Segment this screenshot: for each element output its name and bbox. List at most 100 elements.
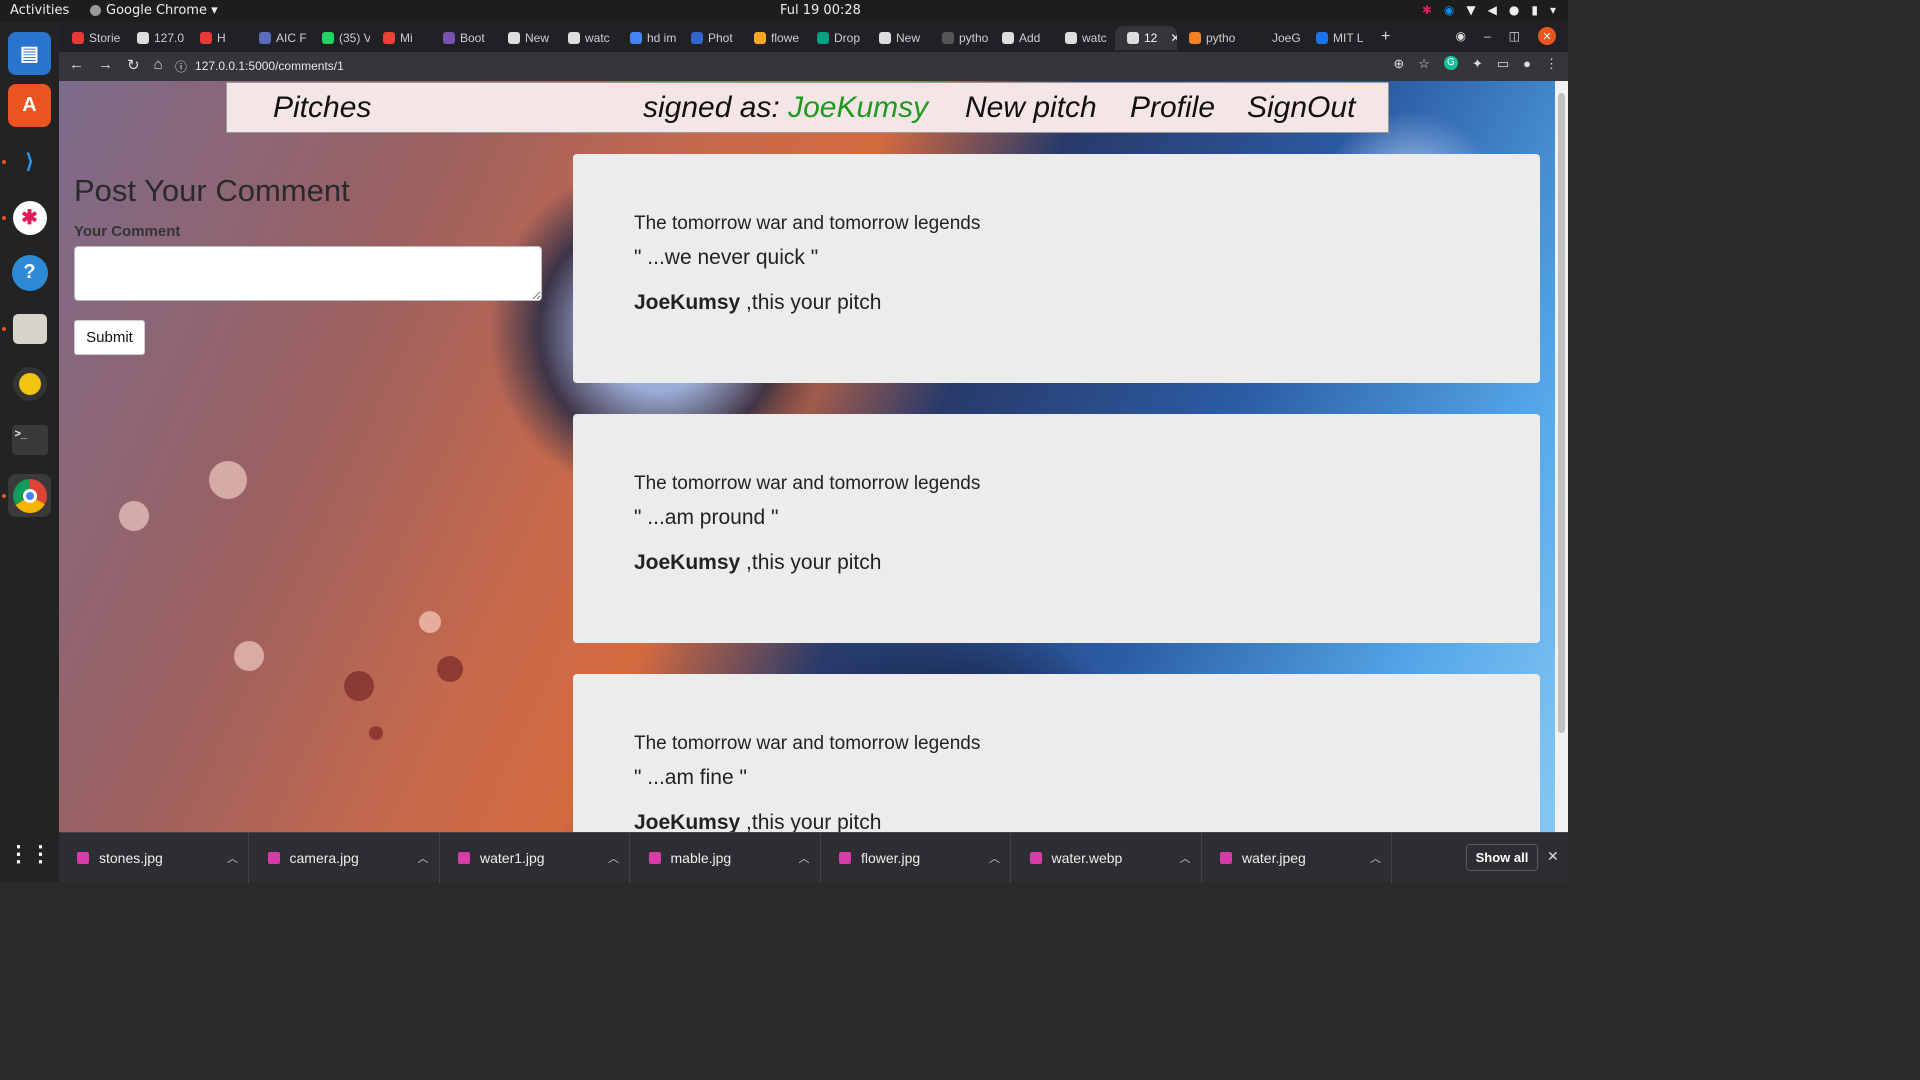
new-pitch-link[interactable]: New pitch [965, 91, 1097, 125]
volume-icon[interactable]: ◀ [1488, 3, 1497, 17]
browser-tab[interactable]: hd im [618, 26, 678, 50]
download-item[interactable]: stones.jpg ︿ [59, 833, 249, 883]
mic-icon[interactable]: ● [1509, 3, 1519, 17]
tab-favicon-icon [630, 32, 642, 44]
browser-tab[interactable]: Drop [805, 26, 865, 50]
tab-label: pytho [1206, 31, 1236, 45]
vscode-icon[interactable]: ⟩ [8, 140, 51, 183]
help-icon[interactable]: ? [8, 251, 51, 294]
toolbar-actions: ⊕ ☆ G ✦ ▭ ● ⋮ [1393, 56, 1558, 72]
show-applications-icon[interactable]: ⋮⋮ [8, 832, 52, 875]
tab-favicon-icon [1002, 32, 1014, 44]
download-item[interactable]: mable.jpg ︿ [631, 833, 821, 883]
brand-link[interactable]: Pitches [273, 91, 371, 125]
show-all-downloads-button[interactable]: Show all [1466, 844, 1538, 871]
chrome-dock-icon[interactable] [8, 474, 51, 517]
browser-tab[interactable]: (35) V [310, 26, 370, 50]
download-item[interactable]: water1.jpg ︿ [440, 833, 630, 883]
bookmark-star-icon[interactable]: ☆ [1418, 56, 1430, 72]
tab-label: watc [1082, 31, 1107, 45]
new-tab-button[interactable]: + [1381, 28, 1390, 46]
system-menu-icon[interactable]: ▾ [1550, 3, 1556, 17]
tab-label: New [525, 31, 550, 45]
download-item[interactable]: water.webp ︿ [1012, 833, 1202, 883]
browser-tab[interactable]: watc [556, 26, 616, 50]
app-menu[interactable]: Google Chrome ▾ [90, 3, 218, 18]
menu-icon[interactable]: ⋮ [1545, 56, 1558, 72]
close-shelf-icon[interactable]: ✕ [1547, 848, 1559, 865]
page-scrollbar[interactable] [1555, 81, 1568, 832]
browser-tab[interactable]: Boot [431, 26, 491, 50]
activities-button[interactable]: Activities [10, 3, 69, 18]
browser-tab[interactable]: 12 ✕ [1115, 26, 1177, 50]
extensions-icon[interactable]: ✦ [1472, 56, 1483, 72]
browser-tab[interactable]: JoeG [1243, 26, 1303, 50]
forward-icon[interactable]: → [98, 56, 113, 74]
minimize-button[interactable]: – [1484, 29, 1491, 43]
teamviewer-tray-icon[interactable]: ◉ [1444, 3, 1454, 17]
browser-tab[interactable]: 127.0 [125, 26, 185, 50]
comment-input[interactable] [74, 246, 542, 301]
comment-label: Your Comment [74, 223, 181, 240]
close-tab-icon[interactable]: ✕ [1170, 31, 1177, 45]
browser-tab[interactable]: flowe [742, 26, 802, 50]
chevron-up-icon[interactable]: ︿ [418, 850, 429, 866]
tab-search-icon[interactable]: ◉ [1455, 29, 1465, 43]
image-file-icon [77, 852, 89, 864]
tab-label: Boot [460, 31, 485, 45]
address-bar[interactable]: ⓘ 127.0.0.1:5000/comments/1 [175, 55, 1375, 77]
grammarly-icon[interactable]: G [1443, 56, 1458, 70]
browser-tab[interactable]: watc [1053, 26, 1113, 50]
software-center-icon[interactable]: A [8, 84, 51, 127]
libreoffice-writer-icon[interactable]: ▤ [8, 32, 51, 75]
browser-tab[interactable]: Mi [371, 26, 431, 50]
zoom-icon[interactable]: ⊕ [1393, 56, 1404, 72]
clock[interactable]: Ful 19 00:28 [780, 3, 861, 18]
terminal-icon[interactable]: >_ [8, 418, 51, 461]
close-window-button[interactable]: ✕ [1538, 27, 1556, 45]
chevron-up-icon[interactable]: ︿ [608, 850, 619, 866]
browser-tab[interactable]: Add [990, 26, 1050, 50]
chevron-up-icon[interactable]: ︿ [799, 850, 810, 866]
tab-favicon-icon [942, 32, 954, 44]
wifi-icon[interactable]: ▼ [1466, 3, 1475, 17]
profile-avatar[interactable]: ● [1523, 56, 1531, 72]
home-icon[interactable]: ⌂ [154, 56, 163, 74]
slack-icon[interactable]: ✱ [8, 196, 51, 239]
rhythmbox-icon[interactable] [8, 362, 51, 405]
browser-tab[interactable]: AIC F [247, 26, 307, 50]
system-tray[interactable]: ✱ ◉ ▼ ◀ ● ▮ ▾ [1422, 3, 1556, 17]
browser-tab[interactable]: Phot [679, 26, 739, 50]
download-item[interactable]: camera.jpg ︿ [250, 833, 440, 883]
chevron-up-icon[interactable]: ︿ [1370, 850, 1381, 866]
scrollbar-thumb[interactable] [1558, 93, 1565, 733]
browser-tab[interactable]: MIT L [1304, 26, 1364, 50]
chevron-up-icon[interactable]: ︿ [989, 850, 1000, 866]
browser-tab[interactable]: New [867, 26, 927, 50]
back-icon[interactable]: ← [69, 56, 84, 74]
download-item[interactable]: water.jpeg ︿ [1202, 833, 1392, 883]
browser-tab[interactable]: pytho [1177, 26, 1237, 50]
chevron-up-icon[interactable]: ︿ [1180, 850, 1191, 866]
reload-icon[interactable]: ↻ [127, 56, 140, 74]
tab-favicon-icon [443, 32, 455, 44]
slack-tray-icon[interactable]: ✱ [1422, 3, 1432, 17]
browser-tab[interactable]: New [496, 26, 556, 50]
chevron-up-icon[interactable]: ︿ [227, 850, 238, 866]
files-icon[interactable] [8, 307, 51, 350]
browser-tab[interactable]: Storie [60, 26, 120, 50]
pitch-quote: " ...we never quick " [634, 246, 819, 269]
browser-tab[interactable]: pytho [930, 26, 990, 50]
tab-favicon-icon [1255, 32, 1267, 44]
url-text[interactable]: 127.0.0.1:5000/comments/1 [195, 59, 344, 73]
profile-link[interactable]: Profile [1130, 91, 1215, 125]
submit-button[interactable]: Submit [74, 320, 145, 355]
battery-icon[interactable]: ▮ [1531, 3, 1538, 17]
signout-link[interactable]: SignOut [1247, 91, 1355, 125]
browser-tab[interactable]: H [188, 26, 248, 50]
info-icon[interactable]: ⓘ [175, 58, 187, 75]
maximize-button[interactable]: ◫ [1509, 29, 1520, 43]
download-item[interactable]: flower.jpg ︿ [821, 833, 1011, 883]
cast-icon[interactable]: ▭ [1497, 56, 1509, 72]
download-filename: stones.jpg [99, 850, 163, 866]
